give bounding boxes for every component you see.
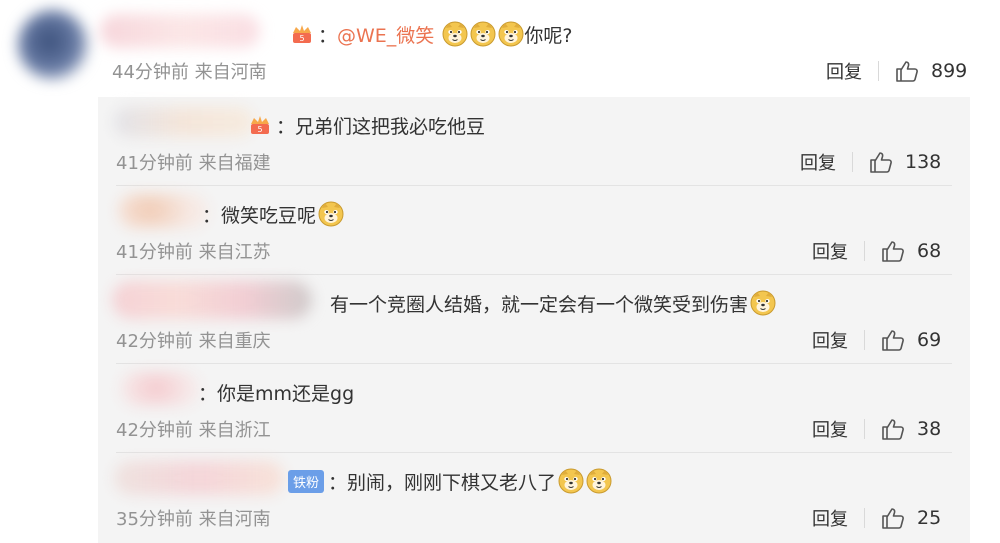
doge-emoji-icon: [586, 468, 612, 494]
reply-text: ：你是mm还是gg: [198, 376, 354, 408]
reply-body: ：别闹，刚刚下棋又老八了: [328, 471, 557, 494]
like-count: 25: [917, 507, 942, 529]
like-count: 138: [905, 151, 942, 173]
reply-meta: 35分钟前 来自河南: [116, 509, 271, 530]
vip-badge-icon: [248, 113, 272, 137]
vip-badge-icon: [290, 22, 314, 46]
reply-body: 有一个竞圈人结婚，就一定会有一个微笑受到伤害: [330, 293, 749, 316]
reply-username-blurred[interactable]: [120, 372, 200, 406]
reply-actions: 回复 69: [812, 327, 941, 353]
thumbs-up-icon[interactable]: [881, 418, 905, 440]
reply-meta: 41分钟前 来自江苏: [116, 242, 271, 263]
doge-emoji-icon: [558, 468, 584, 494]
reply-meta: 42分钟前 来自重庆: [116, 331, 271, 352]
doge-emoji-icon: [498, 21, 524, 47]
thumbs-up-icon[interactable]: [881, 507, 905, 529]
comment-body: 你呢?: [524, 24, 573, 47]
reply-button[interactable]: 回复: [800, 149, 836, 175]
like-count: 38: [917, 418, 942, 440]
reply-actions: 回复 68: [812, 238, 941, 264]
reply-username-blurred[interactable]: [112, 281, 312, 319]
reply-body: ：兄弟们这把我必吃他豆: [276, 115, 486, 138]
comment-meta: 44分钟前 来自河南: [112, 62, 267, 83]
action-divider: [878, 61, 879, 81]
action-divider: [864, 330, 865, 350]
like-count: 69: [917, 329, 942, 351]
doge-emoji-icon: [442, 21, 468, 47]
reply-username-blurred[interactable]: [114, 461, 284, 495]
reply-item: ：你是mm还是gg 42分钟前 来自浙江 回复 38: [98, 364, 970, 453]
reply-body: ：微笑吃豆呢: [202, 204, 317, 227]
mention-link[interactable]: @WE_微笑: [337, 21, 434, 48]
reply-text: 有一个竞圈人结婚，就一定会有一个微笑受到伤害: [330, 287, 776, 319]
reply-item: 铁粉 ：别闹，刚刚下棋又老八了 35分钟前 来自河南 回复 25: [98, 453, 970, 542]
reply-meta: 42分钟前 来自浙江: [116, 420, 271, 441]
reply-button[interactable]: 回复: [826, 58, 862, 84]
action-divider: [852, 152, 853, 172]
reply-actions: 回复 138: [800, 149, 941, 175]
like-count: 68: [917, 240, 942, 262]
reply-item: ：兄弟们这把我必吃他豆 41分钟前 来自福建 回复 138: [98, 97, 970, 186]
comment-separator: ：: [318, 24, 338, 47]
action-divider: [864, 508, 865, 528]
main-comment: ： @WE_微笑 你呢? 44分钟前 来自河南 回复 899: [0, 0, 1000, 96]
reply-button[interactable]: 回复: [812, 416, 848, 442]
reply-item: 有一个竞圈人结婚，就一定会有一个微笑受到伤害 42分钟前 来自重庆 回复 69: [98, 275, 970, 364]
username-blurred[interactable]: [100, 14, 260, 48]
comment-actions: 回复 899: [826, 58, 967, 84]
reply-meta: 41分钟前 来自福建: [116, 153, 271, 174]
reply-text: ：兄弟们这把我必吃他豆: [248, 109, 485, 141]
thumbs-up-icon[interactable]: [881, 329, 905, 351]
reply-button[interactable]: 回复: [812, 505, 848, 531]
doge-emoji-icon: [750, 290, 776, 316]
reply-text: ：微笑吃豆呢: [202, 198, 344, 230]
reply-actions: 回复 38: [812, 416, 941, 442]
thumbs-up-icon[interactable]: [895, 60, 919, 82]
reply-username-blurred[interactable]: [114, 107, 254, 137]
reply-actions: 回复 25: [812, 505, 941, 531]
reply-button[interactable]: 回复: [812, 238, 848, 264]
reply-text: 铁粉 ：别闹，刚刚下棋又老八了: [288, 465, 612, 497]
doge-emoji-icon: [318, 201, 344, 227]
action-divider: [864, 419, 865, 439]
main-comment-text: ： @WE_微笑 你呢?: [290, 18, 572, 50]
doge-emoji-icon: [470, 21, 496, 47]
thumbs-up-icon[interactable]: [881, 240, 905, 262]
fan-badge: 铁粉: [288, 469, 325, 493]
action-divider: [864, 241, 865, 261]
thumbs-up-icon[interactable]: [869, 151, 893, 173]
reply-button[interactable]: 回复: [812, 327, 848, 353]
reply-body: ：你是mm还是gg: [198, 382, 355, 405]
reply-username-blurred[interactable]: [118, 194, 208, 228]
avatar[interactable]: [18, 10, 88, 80]
like-count: 899: [931, 60, 968, 82]
reply-list: ：兄弟们这把我必吃他豆 41分钟前 来自福建 回复 138 ：微笑吃豆呢 41分…: [98, 97, 970, 543]
reply-item: ：微笑吃豆呢 41分钟前 来自江苏 回复 68: [98, 186, 970, 275]
